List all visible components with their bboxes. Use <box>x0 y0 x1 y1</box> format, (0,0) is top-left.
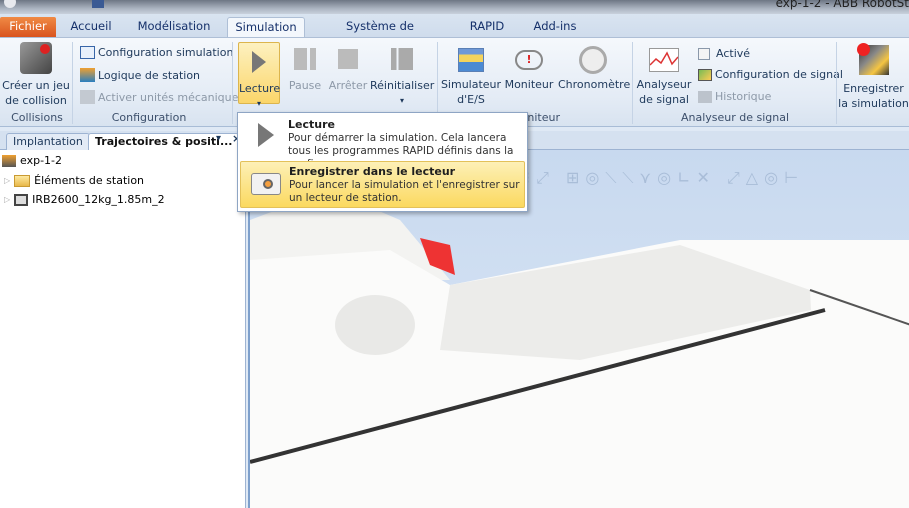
label: de signal <box>639 93 689 106</box>
menu-item-record-to-player[interactable]: Enregistrer dans le lecteur Pour lancer … <box>240 161 525 208</box>
enabled-checkbox[interactable]: Activé <box>698 47 750 60</box>
menu-item-title: Lecture <box>288 118 335 131</box>
robot-icon <box>14 193 29 206</box>
signal-chart-icon <box>649 48 679 72</box>
group-configuration: Configuration <box>111 111 187 124</box>
monitor-button[interactable]: ! Moniteur <box>504 42 554 92</box>
label: Éléments de station <box>34 174 145 187</box>
label: Arrêter <box>328 79 368 92</box>
record-player-icon <box>251 173 281 195</box>
tree-item-station-elements[interactable]: ▷ Éléments de station <box>4 174 144 187</box>
panel-tabs: Implantation Trajectoires & positi... ▾ … <box>0 131 247 150</box>
label: Activer unités mécaniques <box>98 90 245 104</box>
group-collisions: Collisions <box>11 111 63 124</box>
tab-modelisation[interactable]: Modélisation <box>132 17 216 37</box>
label: IRB2600_12kg_1.85m_2 <box>32 193 165 206</box>
window-title: exp-1-2 - ABB RobotSt <box>775 0 909 10</box>
menu-item-desc: Pour lancer la simulation et l'enregistr… <box>289 179 520 204</box>
tab-simulation[interactable]: Simulation <box>227 17 305 37</box>
label: Activé <box>716 47 751 60</box>
ribbon-tabs: Fichier Accueil Modélisation Simulation … <box>0 14 909 52</box>
panel-menu-icon[interactable]: ▾ <box>216 133 221 144</box>
station-logic-icon <box>80 68 95 82</box>
tab-fichier[interactable]: Fichier <box>0 17 56 37</box>
reset-button[interactable]: Réinitialiser ▾ <box>370 42 434 108</box>
activate-units-button[interactable]: Activer unités mécaniques <box>80 90 244 104</box>
tab-implantation[interactable]: Implantation <box>6 133 90 150</box>
station-icon <box>2 154 16 167</box>
create-collision-set-button[interactable]: Créer un jeu de collision <box>2 42 70 108</box>
play-dropdown-menu: Lecture Pour démarrer la simulation. Cel… <box>237 112 528 212</box>
label: d'E/S <box>457 93 485 106</box>
record-simulation-button[interactable]: Enregistrer la simulation <box>838 42 909 111</box>
layout-tree-panel: exp-1-2 ▷ Éléments de station ▷ IRB2600_12… <box>0 150 246 508</box>
play-button[interactable]: Lecture ▾ <box>238 42 281 108</box>
label: Enregistrer <box>843 82 904 95</box>
tree-item-station[interactable]: exp-1-2 <box>2 154 62 167</box>
monitor-icon: ! <box>515 50 543 70</box>
label: Lecture <box>239 82 281 95</box>
stopwatch-button[interactable]: Chronomètre <box>558 42 631 92</box>
history-button[interactable]: Historique <box>698 90 771 103</box>
app-icon[interactable] <box>4 0 16 8</box>
play-icon <box>258 123 274 147</box>
signal-config-icon <box>698 68 712 81</box>
label: la simulation <box>838 97 909 110</box>
menu-item-lecture[interactable]: Lecture Pour démarrer la simulation. Cel… <box>240 115 525 170</box>
stop-icon <box>338 49 358 69</box>
expand-icon[interactable]: ▷ <box>4 195 10 204</box>
record-film-icon <box>856 43 889 75</box>
dropdown-arrow-icon: ▾ <box>399 96 404 105</box>
menu-item-title: Enregistrer dans le lecteur <box>289 165 456 178</box>
label: Logique de station <box>98 68 201 82</box>
label: de collision <box>5 94 67 107</box>
label: Configuration simulation <box>98 46 234 59</box>
pause-icon <box>294 48 316 70</box>
label: Configuration de signal <box>715 68 843 81</box>
group-analyseur-de-signal: Analyseur de signal <box>680 111 790 124</box>
history-icon <box>698 90 712 103</box>
sim-config-button[interactable]: Configuration simulation <box>80 46 233 59</box>
tab-add-ins[interactable]: Add-ins <box>528 17 582 37</box>
label: Analyseur <box>636 78 692 91</box>
label: exp-1-2 <box>20 154 63 167</box>
dropdown-arrow-icon: ▾ <box>256 99 261 108</box>
expand-icon[interactable]: ▷ <box>4 176 10 185</box>
stopwatch-icon <box>579 46 607 74</box>
label: Simulateur <box>440 78 502 91</box>
collision-icon <box>20 42 52 74</box>
checkbox-icon <box>698 47 710 60</box>
label: Pause <box>288 79 322 92</box>
tree-item-robot[interactable]: ▷ IRB2600_12kg_1.85m_2 <box>4 193 165 206</box>
tab-systeme-de-commande[interactable]: Système de commande <box>315 17 445 52</box>
station-logic-button[interactable]: Logique de station <box>80 68 200 82</box>
io-simulator-button[interactable]: Simulateur d'E/S <box>440 42 502 107</box>
label: Réinitialiser <box>370 79 435 92</box>
tab-rapid[interactable]: RAPID <box>462 17 512 37</box>
folder-icon <box>14 174 31 187</box>
signal-config-button[interactable]: Configuration de signal <box>698 68 843 81</box>
tab-accueil[interactable]: Accueil <box>66 17 116 37</box>
io-simulator-icon <box>458 48 484 72</box>
save-icon[interactable] <box>92 0 104 8</box>
title-bar: exp-1-2 - ABB RobotSt <box>0 0 909 14</box>
play-icon <box>252 51 266 73</box>
label: Moniteur <box>504 78 554 91</box>
label: Chronomètre <box>558 78 631 91</box>
reset-icon <box>391 48 413 70</box>
pause-button[interactable]: Pause <box>286 42 324 93</box>
config-icon <box>80 46 95 59</box>
label: Créer un jeu <box>2 79 70 92</box>
gear-icon <box>80 90 95 104</box>
stop-button[interactable]: Arrêter <box>328 42 368 93</box>
signal-analyzer-button[interactable]: Analyseur de signal <box>634 42 694 107</box>
label: Historique <box>715 90 772 103</box>
